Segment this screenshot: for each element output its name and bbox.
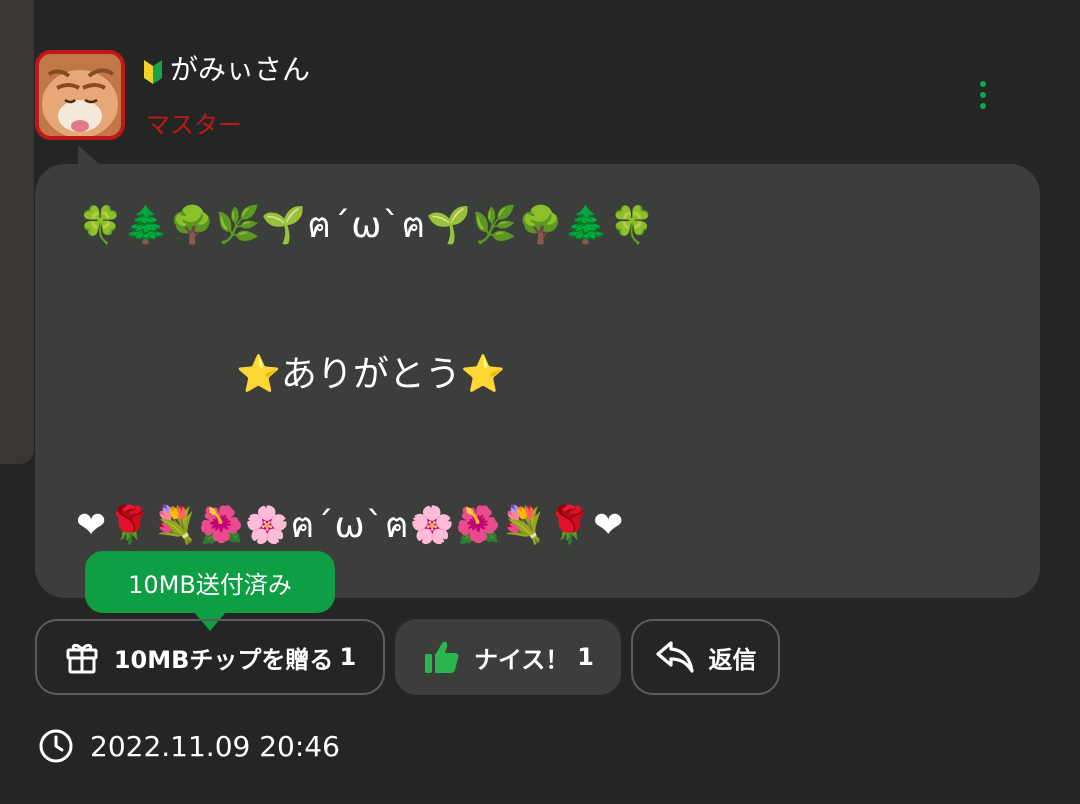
more-options-button[interactable] xyxy=(968,72,998,118)
username-text: がみぃさん xyxy=(170,53,311,86)
more-vertical-icon xyxy=(980,81,986,87)
gift-icon xyxy=(64,639,100,675)
previous-post-edge xyxy=(0,0,34,464)
reply-label: 返信 xyxy=(708,645,757,674)
username[interactable]: がみぃさん xyxy=(144,52,310,88)
message-line-2: ⭐ありがとう⭐ xyxy=(236,354,506,395)
reply-button[interactable]: 返信 xyxy=(631,619,780,695)
message-line-1: 🍀🌲🌳🌿🌱ฅ´ω`ฅ🌱🌿🌳🌲🍀 xyxy=(78,205,656,246)
nice-button[interactable]: ナイス！ 1 xyxy=(395,619,621,695)
timestamp-text: 2022.11.09 20:46 xyxy=(90,729,340,763)
tip-sent-badge: 10MB送付済み xyxy=(85,551,335,613)
send-tip-button[interactable]: 10MBチップを贈る 1 xyxy=(35,619,385,695)
message-bubble-tail xyxy=(78,145,100,165)
nice-count: 1 xyxy=(577,643,594,671)
send-tip-count: 1 xyxy=(339,643,357,671)
post-timestamp: 2022.11.09 20:46 xyxy=(38,728,340,764)
send-tip-label: 10MBチップを贈る xyxy=(113,645,334,674)
cat-avatar-image xyxy=(39,54,121,136)
clock-icon xyxy=(38,728,74,764)
beginner-mark-icon xyxy=(144,57,162,84)
message-line-3: ❤🌹💐🌺🌸ฅ´ω`ฅ🌸🌺💐🌹❤ xyxy=(76,505,625,546)
thumbs-up-icon xyxy=(422,638,460,676)
user-rank: マスター xyxy=(146,111,242,139)
user-avatar[interactable] xyxy=(35,50,125,140)
nice-label: ナイス！ xyxy=(474,645,570,674)
reply-icon xyxy=(655,639,695,675)
